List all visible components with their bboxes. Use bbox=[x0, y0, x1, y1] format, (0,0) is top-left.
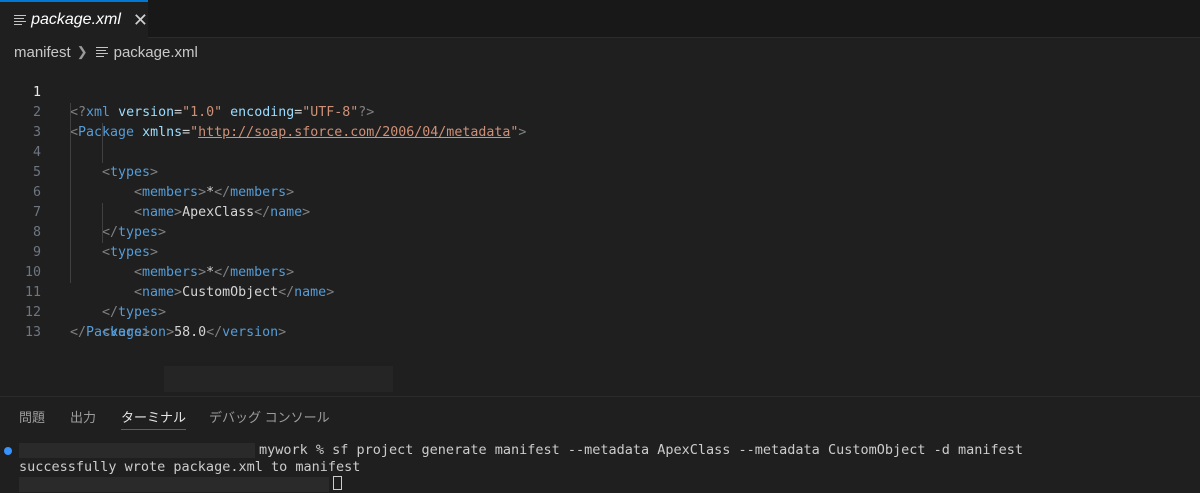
code-line: 9 <name>CustomObject</name> bbox=[0, 223, 1200, 300]
code-line: 10 </types> bbox=[0, 243, 1200, 320]
tab-debug-console[interactable]: デバッグ コンソール bbox=[209, 407, 330, 429]
code-line: 12 </Package> bbox=[0, 283, 1200, 340]
breadcrumb-folder[interactable]: manifest bbox=[14, 44, 71, 61]
tab-package-xml[interactable]: package.xml ✕ bbox=[0, 0, 148, 38]
terminal-command: mywork % sf project generate manifest --… bbox=[259, 442, 1024, 458]
redacted-prompt bbox=[19, 442, 255, 458]
code-line: 8 <members>*</members> bbox=[0, 203, 1200, 280]
chevron-right-icon: ❯ bbox=[76, 44, 88, 59]
tab-terminal[interactable]: ターミナル bbox=[121, 407, 187, 430]
code-line: 2 <Package xmlns="http://soap.sforce.com… bbox=[0, 83, 1200, 140]
terminal-cursor bbox=[333, 476, 342, 490]
lines-file-icon bbox=[14, 14, 26, 26]
code-line: 5 <name>ApexClass</name> bbox=[0, 143, 1200, 220]
tab-label: package.xml bbox=[31, 11, 121, 28]
code-line: 3 <types> bbox=[0, 103, 1200, 180]
code-line: 1 <?xml version="1.0" encoding="UTF-8"?> bbox=[0, 63, 1200, 120]
tab-output[interactable]: 出力 bbox=[70, 407, 96, 429]
terminal-command-line: mywork % sf project generate manifest --… bbox=[19, 442, 1023, 459]
editor-tab-bar: package.xml ✕ bbox=[0, 0, 1200, 38]
line-number: 13 bbox=[24, 325, 41, 340]
hover-widget bbox=[164, 366, 393, 392]
code-line: 4 <members>*</members> bbox=[0, 123, 1200, 200]
breadcrumb: manifest ❯ package.xml bbox=[14, 42, 198, 62]
lines-file-icon bbox=[95, 46, 108, 58]
tab-problems[interactable]: 問題 bbox=[19, 407, 45, 429]
bottom-panel: 問題 出力 ターミナル デバッグ コンソール mywork % sf proje… bbox=[0, 396, 1200, 492]
code-line: 7 <types> bbox=[0, 183, 1200, 260]
terminal-output-line: successfully wrote package.xml to manife… bbox=[19, 459, 361, 475]
code-line: 13 bbox=[0, 303, 1200, 340]
code-line: 11 <version>58.0</version> bbox=[0, 263, 1200, 340]
command-status-dot-icon bbox=[4, 447, 12, 455]
close-icon[interactable]: ✕ bbox=[133, 11, 148, 29]
code-editor[interactable]: 1 <?xml version="1.0" encoding="UTF-8"?>… bbox=[0, 63, 1200, 340]
code-line: 6 </types> bbox=[0, 163, 1200, 240]
breadcrumb-file[interactable]: package.xml bbox=[114, 44, 198, 61]
